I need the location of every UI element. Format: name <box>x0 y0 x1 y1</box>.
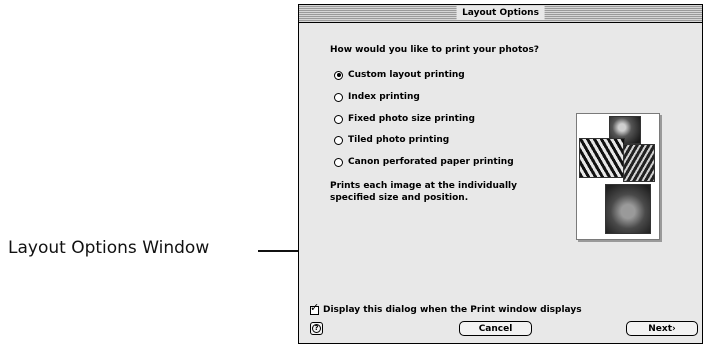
checkmark-icon: ✓ <box>310 300 320 314</box>
cancel-button[interactable]: Cancel <box>459 321 532 336</box>
help-button[interactable]: ? <box>310 322 323 335</box>
option-custom-layout[interactable]: Custom layout printing <box>334 68 465 82</box>
radio-button[interactable] <box>334 157 343 167</box>
radio-button[interactable] <box>334 114 343 124</box>
option-perforated[interactable]: Canon perforated paper printing <box>334 155 514 169</box>
option-index[interactable]: Index printing <box>334 90 420 104</box>
preview-photo <box>623 144 655 182</box>
title-bar[interactable]: Layout Options <box>299 5 702 23</box>
option-description: Prints each image at the individually sp… <box>330 181 517 203</box>
option-label: Tiled photo printing <box>348 135 450 145</box>
radio-button[interactable] <box>334 135 343 145</box>
question-text: How would you like to print your photos? <box>330 45 540 55</box>
checkbox-label: Display this dialog when the Print windo… <box>323 305 582 315</box>
next-button[interactable]: Next› <box>626 321 698 336</box>
callout-label: Layout Options Window <box>8 238 210 258</box>
radio-button-selected[interactable] <box>334 70 343 80</box>
option-label: Canon perforated paper printing <box>348 157 514 167</box>
option-label: Fixed photo size printing <box>348 114 475 124</box>
help-icon: ? <box>312 324 321 333</box>
option-label: Index printing <box>348 92 420 102</box>
option-label: Custom layout printing <box>348 70 465 80</box>
window-title: Layout Options <box>456 6 545 20</box>
layout-options-window: Layout Options How would you like to pri… <box>298 4 703 344</box>
layout-preview-image <box>576 113 660 240</box>
screenshot-root: Layout Options Window Layout Options How… <box>0 0 707 349</box>
display-dialog-checkbox-row[interactable]: ✓ Display this dialog when the Print win… <box>310 302 582 316</box>
option-fixed-size[interactable]: Fixed photo size printing <box>334 112 475 126</box>
preview-photo-zebra <box>579 138 625 178</box>
radio-button[interactable] <box>334 92 343 102</box>
display-dialog-checkbox[interactable]: ✓ <box>310 302 319 315</box>
option-tiled[interactable]: Tiled photo printing <box>334 133 449 147</box>
preview-photo <box>605 184 651 234</box>
